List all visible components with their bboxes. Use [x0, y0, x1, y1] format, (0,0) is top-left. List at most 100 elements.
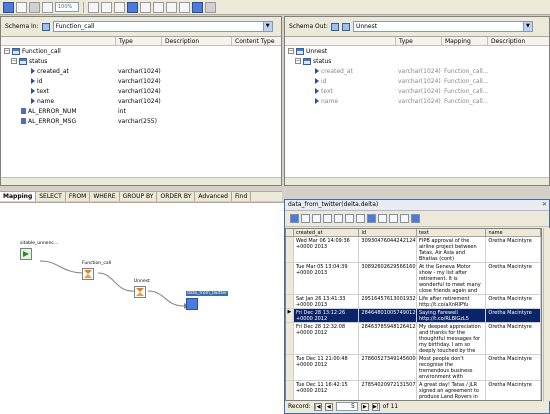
tree-row[interactable]: text varchar(1024) Function_call... — [285, 86, 549, 96]
table-row[interactable]: Wed Mar 06 14:09:36 +0000 2013 309304760… — [286, 237, 541, 263]
cell-id[interactable]: 309304760442421249 — [359, 237, 417, 262]
close-icon[interactable]: ✕ — [540, 200, 549, 210]
schema-out-select[interactable]: Unnest ▼ — [352, 21, 533, 32]
collapse-icon[interactable]: − — [4, 48, 10, 54]
schema-out-col-desc[interactable]: Description — [487, 37, 549, 45]
tree-row[interactable]: created_at varchar(1024) Function_call..… — [285, 66, 549, 76]
table-row[interactable]: Fri Dec 28 12:32:08 +0000 2012 284637859… — [286, 323, 541, 355]
next-record-icon[interactable]: ▶ — [360, 402, 369, 411]
cell-created-at[interactable]: Tue Dec 11 21:00:48 +0000 2012 — [294, 355, 360, 380]
star-icon[interactable] — [378, 214, 387, 223]
first-record-icon[interactable]: |◀ — [313, 402, 322, 411]
copy-icon[interactable] — [356, 214, 365, 223]
last-record-icon[interactable]: ▶| — [371, 402, 380, 411]
col-id[interactable]: id — [359, 229, 417, 236]
collapse-icon[interactable]: − — [288, 48, 294, 54]
tab-select[interactable]: SELECT — [36, 192, 66, 201]
validate-icon[interactable] — [127, 1, 138, 13]
collapse-icon[interactable]: − — [11, 58, 17, 64]
tree-row[interactable]: − status — [1, 56, 281, 66]
tab-where[interactable]: WHERE — [90, 192, 120, 201]
cell-id[interactable]: 284648010057490129 — [359, 309, 417, 322]
columns-icon[interactable] — [323, 214, 332, 223]
schema-in-col-content[interactable]: Content Type — [231, 37, 281, 45]
cell-created-at[interactable]: Fri Dec 28 12:32:08 +0000 2012 — [294, 323, 360, 354]
fit-icon[interactable] — [88, 1, 99, 13]
col-text[interactable]: text — [417, 229, 487, 236]
tab-from[interactable]: FROM — [66, 192, 91, 201]
table-row[interactable]: Tue Dec 11 21:00:48 +0000 2012 278605273… — [286, 355, 541, 381]
unnest-node[interactable]: Unnest — [134, 279, 150, 298]
zoom-in-icon[interactable] — [42, 1, 53, 13]
print-icon[interactable] — [345, 214, 354, 223]
table-row[interactable]: Sat Jan 26 13:41:33 +0000 2013 295164576… — [286, 295, 541, 309]
tab-mapping[interactable]: Mapping — [0, 192, 37, 201]
align-icon[interactable] — [114, 1, 125, 13]
back-icon[interactable] — [3, 1, 14, 13]
cell-text[interactable]: FIPB approval of the airline project bet… — [417, 237, 487, 262]
col-name[interactable]: name — [486, 229, 541, 236]
cell-name[interactable]: Oretha Macintyre — [486, 309, 541, 322]
zoom-out-icon[interactable] — [29, 1, 40, 13]
table-row[interactable]: Tue Dec 11 16:42:15 +0000 2012 278540209… — [286, 381, 541, 400]
import-icon[interactable] — [153, 1, 164, 13]
zoom-select[interactable]: 100% — [55, 2, 79, 12]
tree-row[interactable]: − status — [285, 56, 549, 66]
collapse-icon[interactable]: − — [295, 58, 301, 64]
help-icon[interactable] — [205, 1, 216, 13]
tree-row[interactable]: AL_ERROR_NUM int — [1, 106, 281, 116]
tree-row[interactable]: created_at varchar(1024) — [1, 66, 281, 76]
cell-text[interactable]: At the Geneva Motor show - my list after… — [417, 263, 487, 294]
record-input[interactable]: 5 — [335, 402, 358, 411]
bookmark-icon[interactable] — [389, 214, 398, 223]
schema-out-col-type[interactable]: Type — [395, 37, 441, 45]
prev-record-icon[interactable]: ◀ — [324, 402, 333, 411]
filter-icon[interactable] — [301, 214, 310, 223]
cell-id[interactable]: 284637859481264128 — [359, 323, 417, 354]
target-node[interactable]: data_from_twitter — [186, 291, 228, 310]
cell-id[interactable]: 308926026295661601 — [359, 263, 417, 294]
table-row[interactable]: Tue Mar 05 13:04:39 +0000 2013 308926026… — [286, 263, 541, 295]
cell-created-at[interactable]: Fri Dec 28 13:12:26 +0000 2012 — [293, 309, 360, 322]
forward-icon[interactable] — [16, 1, 27, 13]
table-row-selected[interactable]: ▶ Fri Dec 28 13:12:26 +0000 2012 2846480… — [286, 309, 541, 323]
horizontal-scrollbar[interactable] — [1, 177, 281, 185]
cell-id[interactable]: 278540209721315072 — [359, 381, 417, 400]
schema-in-col-type[interactable]: Type — [115, 37, 161, 45]
schema-in-select[interactable]: Function_call ▼ — [52, 21, 273, 32]
function-node[interactable]: Function_call — [82, 261, 111, 280]
cell-name[interactable]: Oretha Macintyre — [486, 237, 541, 262]
tree-row[interactable]: name varchar(1024) Function_call... — [285, 96, 549, 106]
cell-id[interactable]: 295164576130019329 — [359, 295, 417, 308]
source-node[interactable]: sitable_unnenc... — [20, 241, 58, 260]
refresh-icon[interactable] — [367, 214, 376, 223]
sort-icon[interactable] — [312, 214, 321, 223]
cell-text[interactable]: A great day! Tatas / JLR signed an agree… — [417, 381, 487, 400]
cell-text[interactable]: My deepest appreciation and thanks for t… — [417, 323, 487, 354]
cell-name[interactable]: Oretha Macintyre — [486, 355, 541, 380]
save-icon[interactable] — [334, 214, 343, 223]
schema-in-col-desc[interactable]: Description — [161, 37, 231, 45]
cell-text[interactable]: Most people don't recognise the tremendo… — [417, 355, 487, 380]
chart-icon[interactable] — [411, 214, 420, 223]
vertical-scrollbar[interactable] — [543, 228, 550, 401]
export-icon[interactable] — [166, 1, 177, 13]
tree-row[interactable]: AL_ERROR_MSG varchar(255) — [1, 116, 281, 126]
tree-row[interactable]: − Function_call — [1, 46, 281, 56]
cell-created-at[interactable]: Sat Jan 26 13:41:33 +0000 2013 — [294, 295, 360, 308]
refresh-icon[interactable] — [179, 1, 190, 13]
cell-text[interactable]: Life after retirement http://t.co/aXnRlP… — [417, 295, 487, 308]
tree-row[interactable]: − Unnest — [285, 46, 549, 56]
grid-view-icon[interactable] — [290, 214, 299, 223]
grid-icon[interactable] — [101, 1, 112, 13]
tree-row[interactable]: id varchar(1024) — [1, 76, 281, 86]
tree-row[interactable]: text varchar(1024) — [1, 86, 281, 96]
cell-created-at[interactable]: Tue Mar 05 13:04:39 +0000 2013 — [294, 263, 360, 294]
tab-find[interactable]: Find — [232, 192, 252, 201]
dataflow-canvas[interactable]: sitable_unnenc... Function_call Unnest d… — [0, 202, 295, 414]
chevron-down-icon[interactable]: ▼ — [262, 22, 272, 31]
horizontal-scrollbar[interactable] — [285, 177, 549, 185]
properties-icon[interactable] — [192, 1, 203, 13]
tree-row[interactable]: name varchar(1024) — [1, 96, 281, 106]
chevron-down-icon[interactable]: ▼ — [522, 22, 532, 31]
